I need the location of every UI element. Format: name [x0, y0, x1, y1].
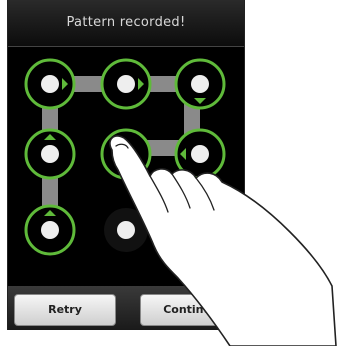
pointing-hand-icon [109, 135, 337, 346]
